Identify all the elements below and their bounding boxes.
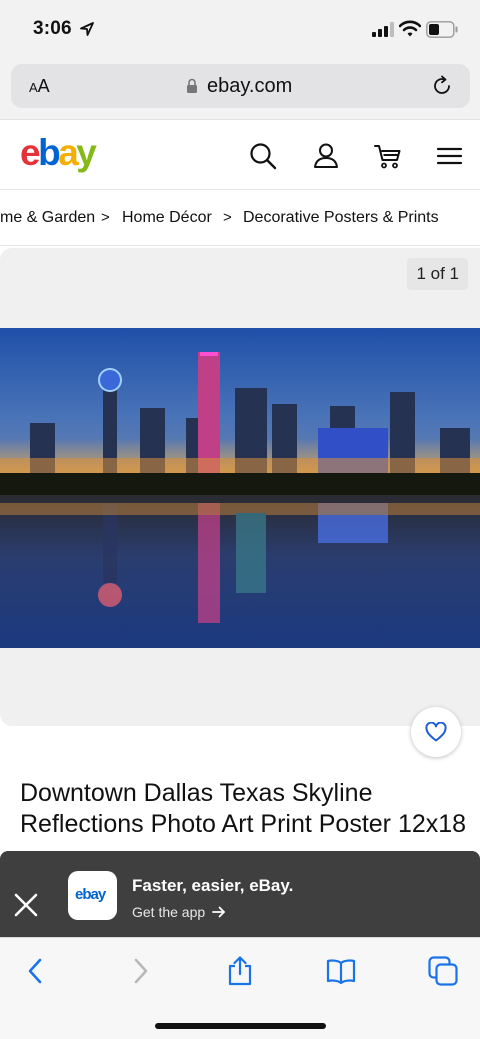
cellular-signal-icon (372, 22, 394, 37)
breadcrumb: me & Garden > Home Décor > Decorative Po… (0, 190, 480, 246)
cart-icon[interactable] (374, 142, 402, 170)
image-gallery[interactable]: 1 of 1 (0, 248, 480, 726)
listing-title: Downtown Dallas Texas Skyline Reflection… (20, 779, 467, 838)
home-indicator (155, 1023, 326, 1029)
reader-options-button[interactable]: AA (29, 76, 50, 97)
share-icon[interactable] (225, 956, 255, 986)
arrow-right-icon (212, 906, 225, 918)
search-icon[interactable] (249, 142, 277, 170)
lock-icon (187, 78, 197, 93)
bookmarks-icon[interactable] (326, 956, 356, 986)
menu-icon[interactable] (436, 142, 464, 170)
breadcrumb-separator: > (101, 209, 110, 226)
status-bar: 3:06 (0, 0, 480, 58)
back-icon[interactable] (21, 956, 51, 986)
status-time: 3:06 (33, 18, 72, 39)
location-arrow-icon (80, 22, 94, 36)
image-counter: 1 of 1 (407, 258, 468, 290)
breadcrumb-item-home-decor[interactable]: Home Décor (122, 209, 212, 227)
breadcrumb-item-home-garden[interactable]: me & Garden (0, 209, 95, 227)
battery-icon (426, 21, 458, 38)
breadcrumb-separator: > (223, 209, 232, 226)
get-app-link[interactable]: Get the app (132, 904, 205, 920)
reload-icon[interactable] (431, 75, 453, 97)
url-text[interactable]: ebay.com (207, 75, 292, 98)
ebay-logo[interactable]: ebay (20, 132, 97, 174)
breadcrumb-item-decorative-posters[interactable]: Decorative Posters & Prints (243, 209, 439, 227)
forward-icon[interactable] (125, 956, 155, 986)
banner-title: Faster, easier, eBay. (132, 876, 294, 895)
close-icon[interactable] (12, 891, 40, 919)
ebay-app-logo: ebay (68, 871, 117, 920)
wifi-icon (399, 20, 421, 37)
browser-toolbar: AA ebay.com (0, 58, 480, 120)
heart-icon (425, 722, 447, 742)
address-bar[interactable]: AA ebay.com (11, 64, 470, 108)
app-banner[interactable]: ebay Faster, easier, eBay. Get the app (0, 851, 480, 937)
site-header: ebay (0, 120, 480, 190)
tabs-icon[interactable] (428, 956, 458, 986)
product-photo[interactable] (0, 328, 480, 648)
watch-button[interactable] (411, 707, 461, 757)
ebay-app-logo-text: ebay (75, 886, 106, 903)
account-icon[interactable] (312, 142, 340, 170)
